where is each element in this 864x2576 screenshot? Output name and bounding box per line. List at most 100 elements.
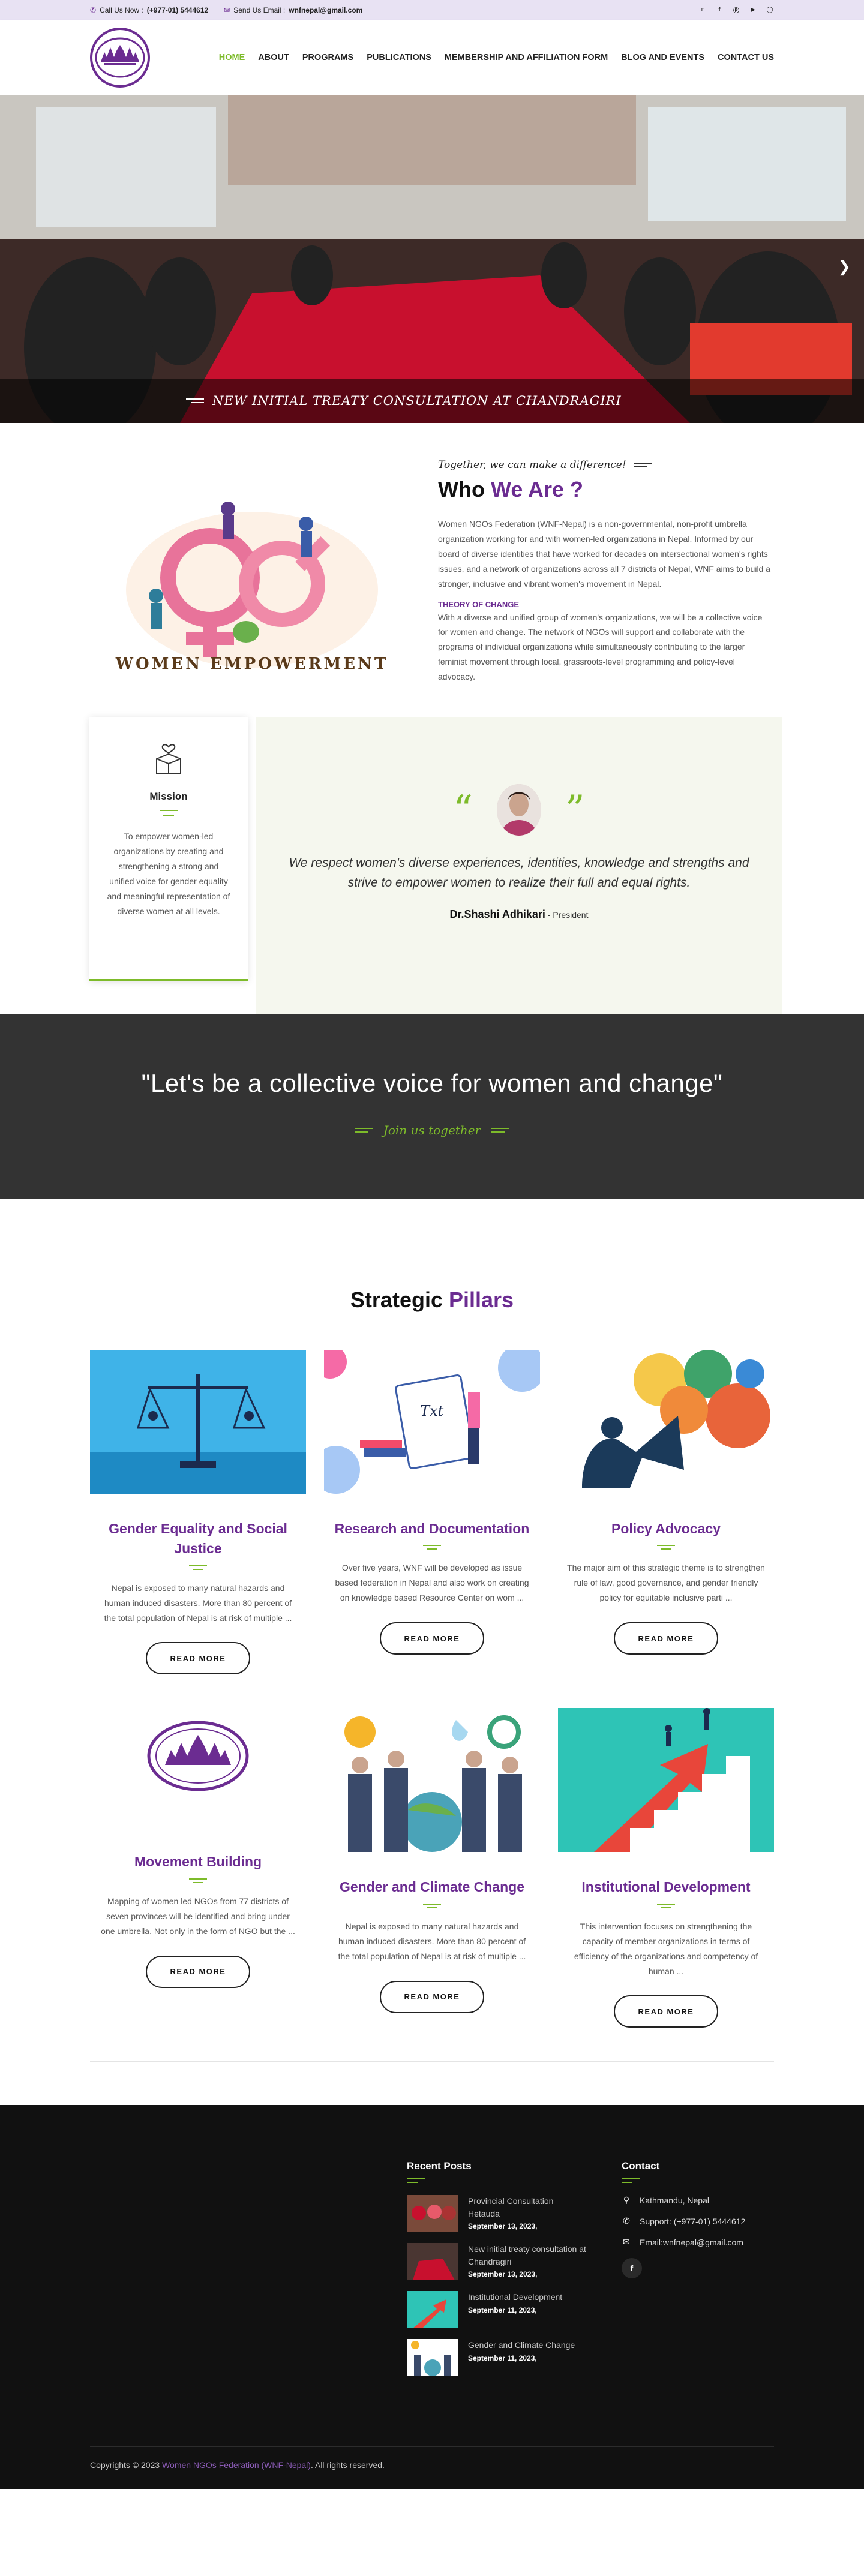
facebook-icon[interactable]: f — [715, 6, 724, 14]
post-date: September 11, 2023, — [468, 2353, 537, 2362]
recent-post-item[interactable]: Gender and Climate Change September 11, 2… — [407, 2339, 587, 2379]
close-quote-icon: ” — [565, 788, 585, 833]
post-title[interactable]: New initial treaty consultation at Chand… — [468, 2243, 587, 2268]
join-us-link[interactable]: Join us together — [0, 1123, 864, 1137]
pillar-text: Nepal is exposed to many natural hazards… — [338, 1921, 526, 1961]
hero-caption: NEW INITIAL TREATY CONSULTATION AT CHAND… — [212, 394, 622, 408]
hero-photo — [0, 95, 864, 423]
next-slide-icon[interactable]: ❯ — [838, 257, 851, 276]
pillar-title: Research and Documentation — [334, 1521, 530, 1537]
instagram-icon[interactable]: ◯ — [766, 6, 774, 14]
nav-blog[interactable]: BLOG AND EVENTS — [621, 53, 704, 62]
copyright-org-link[interactable]: Women NGOs Federation (WNF-Nepal) — [162, 2460, 311, 2470]
open-quote-icon: “ — [453, 788, 473, 833]
recent-post-item[interactable]: Provincial Consultation Hetauda September… — [407, 2195, 587, 2235]
email-label: Send Us Email : — [233, 5, 286, 14]
banner-heading: "Let's be a collective voice for women a… — [141, 1069, 723, 1098]
main-nav: HOME ABOUT PROGRAMS PUBLICATIONS MEMBERS… — [219, 53, 774, 62]
read-more-button[interactable]: READ MORE — [614, 1622, 718, 1655]
read-more-button[interactable]: READ MORE — [380, 1980, 484, 2013]
pinterest-icon[interactable]: Ⓟ — [732, 6, 740, 14]
pillar-card: Institutional Development This intervent… — [558, 1708, 774, 2028]
research-image: Txt — [324, 1350, 540, 1494]
tagline-dash-icon — [633, 463, 652, 467]
phone-row[interactable]: ✆ Support: (+977-01) 5444612 — [622, 2216, 778, 2226]
recent-post-item[interactable]: Institutional Development September 11, 2… — [407, 2291, 587, 2331]
email-value[interactable]: wnfnepal@gmail.com — [289, 6, 362, 14]
recent-posts-title: Recent Posts — [407, 2160, 472, 2172]
logo-emblem-icon — [95, 37, 145, 78]
twitter-icon[interactable]: 𝕣 — [698, 6, 707, 14]
site-header: HOME ABOUT PROGRAMS PUBLICATIONS MEMBERS… — [0, 20, 864, 95]
call-label: Call Us Now : — [100, 5, 143, 14]
pillar-title: Gender Equality and Social Justice — [109, 1521, 287, 1557]
call-number[interactable]: (+977-01) 5444612 — [147, 6, 208, 14]
pillar-card: Movement Building Mapping of women led N… — [90, 1708, 306, 2028]
justice-scale-image — [90, 1350, 306, 1494]
nav-membership[interactable]: MEMBERSHIP AND AFFILIATION FORM — [445, 53, 608, 62]
dash-right-icon — [491, 1128, 510, 1133]
email-info[interactable]: ✉ Send Us Email : wnfnepal@gmail.com — [224, 6, 362, 14]
copyright: Copyrights © 2023 Women NGOs Federation … — [90, 2460, 385, 2470]
site-logo[interactable] — [90, 28, 150, 88]
read-more-button[interactable]: READ MORE — [146, 1642, 250, 1675]
post-title[interactable]: Gender and Climate Change — [468, 2339, 575, 2351]
post-thumbnail[interactable] — [407, 2195, 458, 2233]
who-tagline: Together, we can make a difference! — [438, 459, 774, 471]
mission-quote-section: Mission To empower women-led organizatio… — [0, 717, 864, 1014]
theory-of-change-text: With a diverse and unified group of wome… — [438, 612, 763, 682]
top-bar: ✆ Call Us Now : (+977-01) 5444612 ✉ Send… — [0, 0, 864, 20]
mission-title: Mission — [149, 791, 188, 803]
divider — [160, 810, 178, 812]
read-more-button[interactable]: READ MORE — [614, 1995, 718, 2028]
email-row[interactable]: ✉ Email:wnfnepal@gmail.com — [622, 2237, 778, 2247]
recent-post-item[interactable]: New initial treaty consultation at Chand… — [407, 2243, 587, 2283]
youtube-icon[interactable]: ▶ — [749, 6, 757, 14]
post-title[interactable]: Institutional Development — [468, 2291, 562, 2303]
mission-card: Mission To empower women-led organizatio… — [89, 717, 248, 981]
nav-publications[interactable]: PUBLICATIONS — [367, 53, 431, 62]
facebook-icon[interactable]: f — [622, 2258, 642, 2279]
post-date: September 11, 2023, — [468, 2305, 537, 2314]
phone-icon: ✆ — [623, 2216, 630, 2226]
avatar — [497, 784, 541, 836]
recent-posts: Recent Posts Provincial Consultation Het… — [407, 2160, 587, 2379]
women-empowerment-illustration: WOMEN EMPOWERMENT — [90, 458, 414, 686]
post-thumbnail[interactable] — [407, 2291, 458, 2329]
open-box-heart-icon — [156, 744, 181, 774]
caption-dash-icon — [186, 398, 204, 403]
post-date: September 13, 2023, — [468, 2222, 538, 2231]
post-title[interactable]: Provincial Consultation Hetauda — [468, 2195, 587, 2220]
mission-text: To empower women-led organizations by cr… — [107, 831, 230, 916]
post-thumbnail[interactable] — [407, 2243, 458, 2281]
footer-divider — [90, 2446, 774, 2448]
megaphone-image — [558, 1350, 774, 1494]
call-info[interactable]: ✆ Call Us Now : (+977-01) 5444612 — [90, 6, 208, 14]
map-pin-icon: ⚲ — [623, 2195, 630, 2205]
federation-logo-image — [90, 1708, 306, 1853]
growth-arrow-image — [558, 1708, 774, 1853]
contact-block: Contact ⚲ Kathmandu, Nepal ✆ Support: (+97… — [622, 2160, 778, 2279]
pillar-text: Mapping of women led NGOs from 77 distri… — [101, 1896, 295, 1936]
site-footer: Recent Posts Provincial Consultation Het… — [0, 2105, 864, 2490]
section-divider — [90, 2061, 774, 2062]
president-quote: “ ” We respect women's diverse experienc… — [256, 777, 782, 921]
pillar-title: Gender and Climate Change — [339, 1879, 524, 1895]
climate-people-image — [324, 1708, 540, 1853]
post-thumbnail[interactable] — [407, 2339, 458, 2377]
nav-home[interactable]: HOME — [219, 53, 245, 62]
nav-programs[interactable]: PROGRAMS — [302, 53, 353, 62]
hero-slider[interactable]: ❯ NEW INITIAL TREATY CONSULTATION AT CHA… — [0, 95, 864, 423]
social-links: 𝕣 f Ⓟ ▶ ◯ — [698, 6, 774, 14]
pillars-title: Strategic Pillars — [350, 1287, 514, 1313]
pillar-text: This intervention focuses on strengtheni… — [574, 1921, 758, 1976]
who-title: Who We Are ? — [438, 477, 584, 502]
theory-of-change-heading: THEORY OF CHANGE — [438, 599, 520, 609]
read-more-button[interactable]: READ MORE — [380, 1622, 484, 1655]
read-more-button[interactable]: READ MORE — [146, 1955, 250, 1988]
pillar-title: Movement Building — [134, 1854, 262, 1870]
pillar-text: Over five years, WNF will be developed a… — [335, 1563, 529, 1603]
contact-title: Contact — [622, 2160, 660, 2172]
nav-contact[interactable]: CONTACT US — [718, 53, 774, 62]
nav-about[interactable]: ABOUT — [258, 53, 289, 62]
